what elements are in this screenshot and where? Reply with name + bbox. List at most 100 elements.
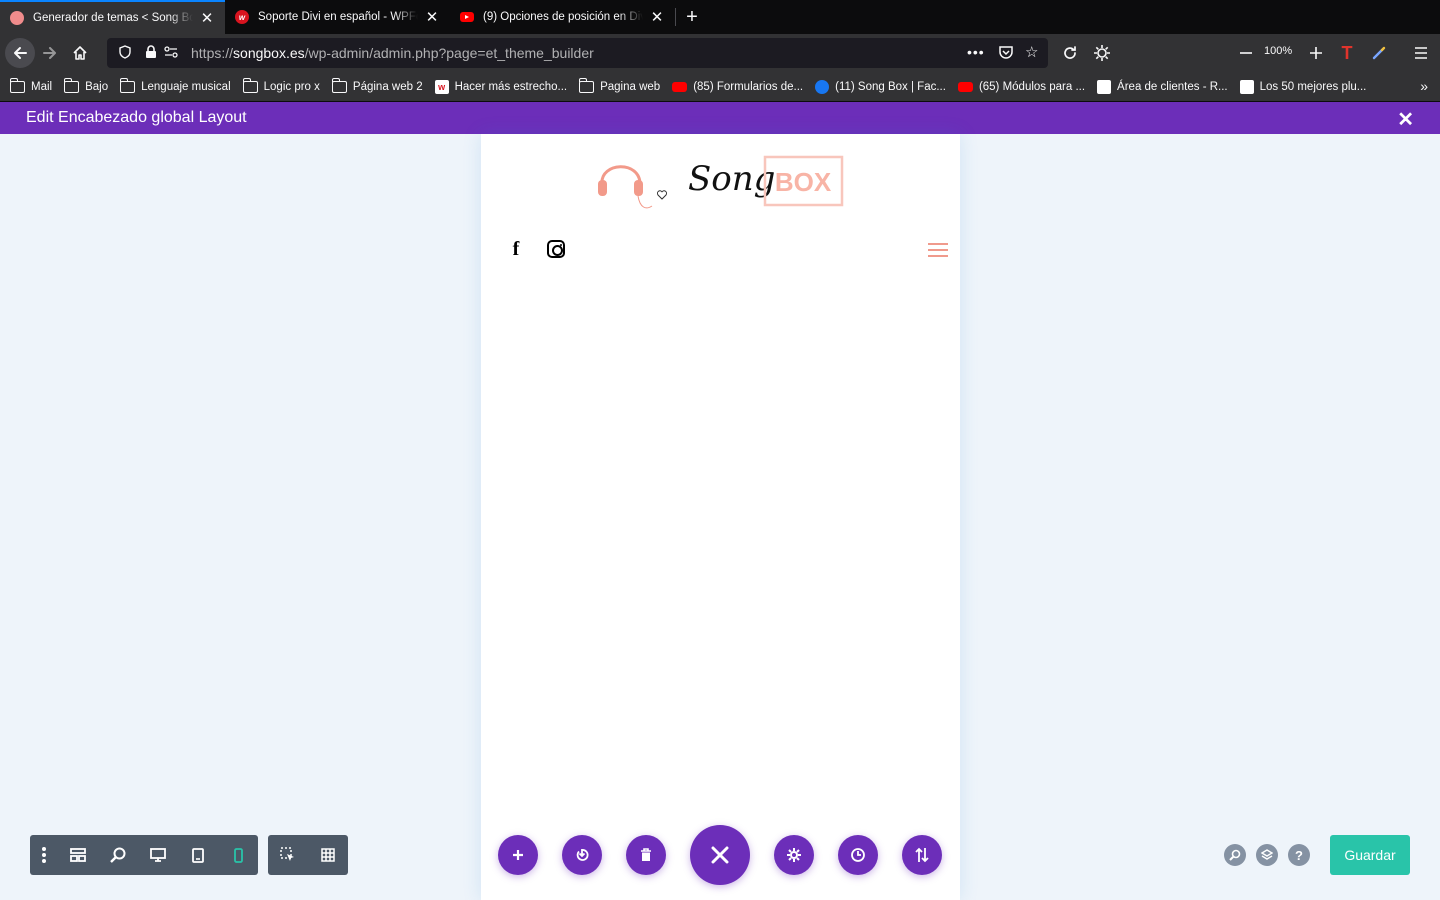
svg-text:Song: Song bbox=[688, 159, 775, 199]
bookmark-label: Lenguaje musical bbox=[141, 80, 231, 93]
bookmark-hacer-mas-estrecho[interactable]: w Hacer más estrecho... bbox=[434, 79, 567, 94]
bookmark-formularios[interactable]: (85) Formularios de... bbox=[672, 81, 803, 93]
hamburger-menu-icon[interactable] bbox=[928, 243, 948, 259]
facebook-icon bbox=[815, 79, 830, 94]
url-path: /wp-admin/admin.php?page=et_theme_builde… bbox=[304, 45, 594, 61]
close-icon[interactable]: ✕ bbox=[1397, 107, 1414, 132]
preview-canvas: Song BOX f bbox=[481, 134, 960, 900]
bookmark-label: Bajo bbox=[85, 80, 109, 93]
close-settings-button[interactable] bbox=[690, 825, 750, 885]
shield-icon[interactable] bbox=[117, 44, 133, 62]
bookmark-area-clientes[interactable]: Área de clientes - R... bbox=[1097, 79, 1228, 94]
portability-button[interactable] bbox=[562, 835, 602, 875]
bookmark-lenguaje-musical[interactable]: Lenguaje musical bbox=[120, 77, 231, 93]
bookmark-star-icon[interactable]: ☆ bbox=[1025, 43, 1038, 61]
social-icons: f bbox=[507, 239, 565, 259]
bookmark-label: Logic pro x bbox=[263, 80, 320, 93]
bookmark-song-box-facebook[interactable]: (11) Song Box | Fac... bbox=[815, 79, 946, 94]
folder-icon bbox=[579, 77, 595, 93]
address-bar[interactable]: https://songbox.es/wp-admin/admin.php?pa… bbox=[107, 38, 1048, 68]
navigation-bar: https://songbox.es/wp-admin/admin.php?pa… bbox=[0, 34, 1440, 72]
bookmark-modulos[interactable]: (65) Módulos para ... bbox=[957, 80, 1086, 93]
tab-soporte-divi[interactable]: w Soporte Divi en español - WPFormación … bbox=[225, 0, 450, 34]
site-logo[interactable]: Song BOX bbox=[596, 148, 846, 214]
tab-theme-builder[interactable]: Generador de temas < Song Box ✕ bbox=[0, 0, 225, 34]
view-mode-toolbar bbox=[30, 835, 258, 875]
folder-icon bbox=[64, 77, 80, 93]
save-button[interactable]: Guardar bbox=[1330, 835, 1410, 875]
folder-icon bbox=[331, 77, 347, 93]
tablet-view-icon[interactable] bbox=[178, 835, 218, 875]
url-domain: songbox.es bbox=[233, 45, 305, 61]
bookmark-pagina-web-2[interactable]: Página web 2 bbox=[331, 77, 423, 93]
home-icon[interactable] bbox=[65, 38, 95, 68]
more-vertical-icon[interactable] bbox=[30, 835, 58, 875]
wireframe-icon[interactable] bbox=[58, 835, 98, 875]
permissions-icon[interactable] bbox=[163, 45, 179, 61]
bookmark-logic-pro[interactable]: Logic pro x bbox=[242, 77, 320, 93]
youtube-icon bbox=[672, 81, 688, 92]
url-text: https://songbox.es/wp-admin/admin.php?pa… bbox=[191, 45, 594, 61]
builder-header: Edit Encabezado global Layout ✕ bbox=[0, 102, 1440, 134]
folder-icon bbox=[10, 77, 25, 93]
menu-icon[interactable] bbox=[1406, 38, 1436, 68]
bookmark-label: Área de clientes - R... bbox=[1117, 80, 1228, 93]
songbox-favicon-icon bbox=[10, 11, 24, 25]
tab-title: (9) Opciones de posición en Divi bbox=[483, 11, 643, 23]
click-mode-icon[interactable] bbox=[268, 835, 308, 875]
bookmark-mail[interactable]: Mail bbox=[10, 77, 53, 93]
reload-icon[interactable] bbox=[1055, 38, 1085, 68]
tab-title: Generador de temas < Song Box bbox=[33, 12, 193, 24]
color-picker-icon[interactable] bbox=[1364, 38, 1394, 68]
wpformacion-icon: w bbox=[434, 79, 449, 94]
layers-icon[interactable] bbox=[1256, 844, 1278, 866]
zoom-level[interactable]: 100% bbox=[1264, 45, 1292, 57]
bookmark-pagina-web[interactable]: Pagina web bbox=[579, 77, 661, 93]
bookmark-label: (65) Módulos para ... bbox=[978, 80, 1086, 93]
bookmark-label: Pagina web bbox=[600, 80, 661, 93]
wpformacion-favicon-icon: w bbox=[235, 10, 249, 24]
facebook-icon[interactable]: f bbox=[507, 239, 525, 259]
trash-button[interactable] bbox=[626, 835, 666, 875]
grid-view-icon[interactable] bbox=[308, 835, 348, 875]
tab-title: Soporte Divi en español - WPFormación bbox=[258, 11, 418, 23]
lock-icon[interactable] bbox=[143, 44, 159, 62]
desktop-view-icon[interactable] bbox=[138, 835, 178, 875]
page-actions-icon[interactable]: ••• bbox=[967, 44, 985, 60]
search-icon[interactable] bbox=[1224, 844, 1246, 866]
bookmark-label: Página web 2 bbox=[352, 80, 423, 93]
help-icon[interactable]: ? bbox=[1288, 844, 1310, 866]
bookmark-label: (11) Song Box | Fac... bbox=[835, 80, 946, 93]
instagram-icon[interactable] bbox=[547, 240, 565, 258]
text-extension-icon[interactable]: T bbox=[1332, 38, 1362, 68]
back-arrow-icon[interactable] bbox=[5, 38, 35, 68]
chevron-more-icon[interactable]: » bbox=[1420, 78, 1428, 94]
youtube-favicon-icon bbox=[460, 12, 474, 22]
close-tab-icon[interactable]: ✕ bbox=[199, 9, 215, 27]
sort-button[interactable] bbox=[902, 835, 942, 875]
add-module-button[interactable] bbox=[498, 835, 538, 875]
pocket-icon[interactable] bbox=[998, 44, 1014, 64]
wordpress-icon bbox=[1239, 79, 1254, 94]
tab-youtube[interactable]: (9) Opciones de posición en Divi ✕ bbox=[450, 0, 675, 34]
bookmark-label: (85) Formularios de... bbox=[693, 80, 804, 93]
zoom-in-icon[interactable] bbox=[1301, 38, 1331, 68]
dark-reader-icon[interactable] bbox=[1087, 38, 1117, 68]
forward-arrow-icon[interactable] bbox=[35, 38, 65, 68]
bookmarks-bar: Mail Bajo Lenguaje musical Logic pro x P… bbox=[0, 72, 1440, 102]
new-tab-icon[interactable]: + bbox=[676, 0, 708, 34]
builder-title: Edit Encabezado global Layout bbox=[26, 109, 247, 126]
close-tab-icon[interactable]: ✕ bbox=[649, 8, 665, 26]
folder-icon bbox=[242, 77, 258, 93]
bookmark-50-mejores[interactable]: Los 50 mejores plu... bbox=[1239, 79, 1366, 94]
bookmark-label: Mail bbox=[31, 80, 53, 93]
page-settings-button[interactable] bbox=[774, 835, 814, 875]
bookmark-bajo[interactable]: Bajo bbox=[64, 77, 109, 93]
zoom-icon[interactable] bbox=[98, 835, 138, 875]
phone-view-icon[interactable] bbox=[218, 835, 258, 875]
close-tab-icon[interactable]: ✕ bbox=[424, 8, 440, 26]
youtube-icon bbox=[957, 81, 973, 92]
svg-text:BOX: BOX bbox=[775, 167, 832, 197]
history-button[interactable] bbox=[838, 835, 878, 875]
zoom-out-icon[interactable] bbox=[1231, 38, 1261, 68]
